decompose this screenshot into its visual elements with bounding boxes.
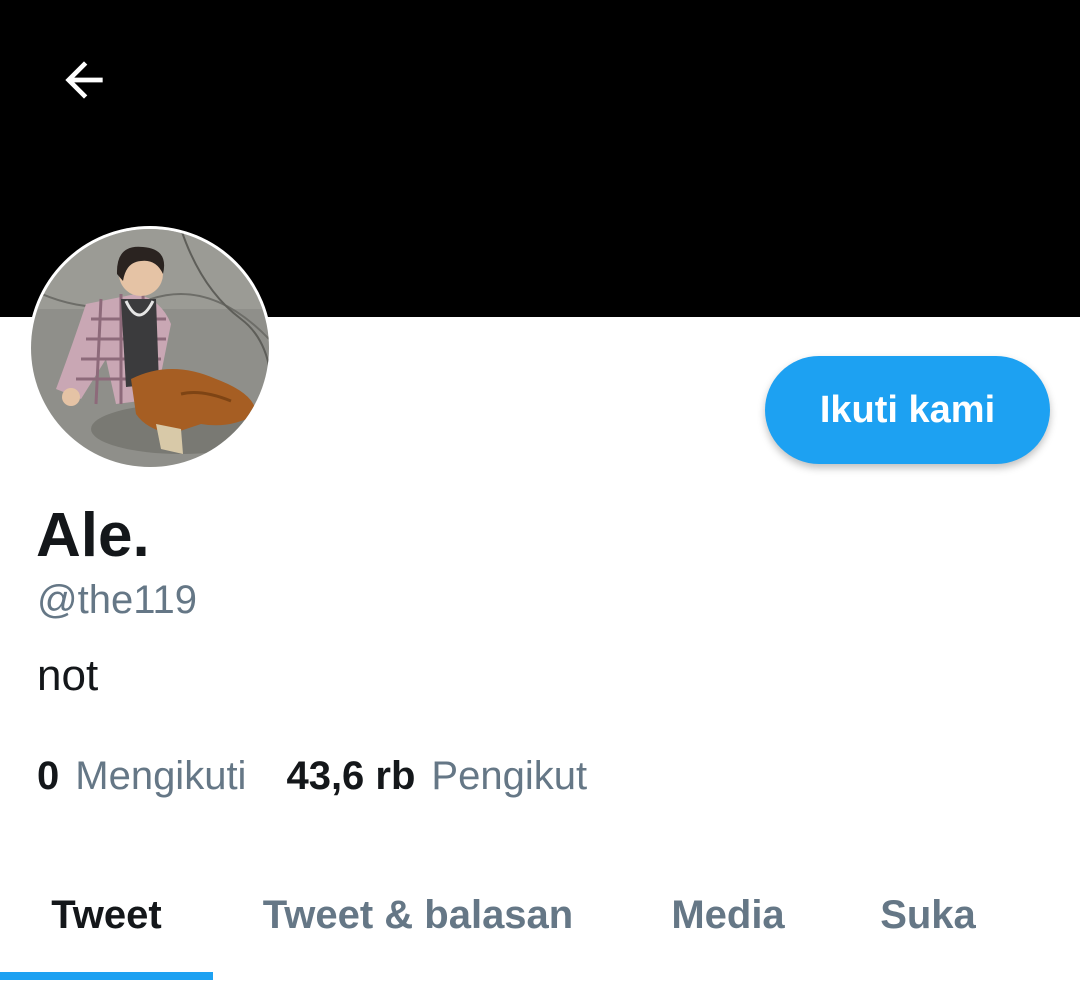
following-stat[interactable]: 0 Mengikuti [37, 752, 246, 800]
following-count: 0 [37, 754, 60, 798]
arrow-left-icon [65, 61, 103, 99]
user-handle: @the119 [37, 578, 197, 622]
active-tab-indicator [0, 972, 213, 980]
tab-tweet[interactable]: Tweet [0, 850, 213, 980]
profile-tabs: Tweet Tweet & balasan Media Suka [0, 850, 1080, 990]
display-name: Ale. [36, 501, 150, 570]
tab-media[interactable]: Media [623, 850, 833, 980]
profile-page: Ikuti kami Ale. @the119 not 0 Mengikuti … [0, 0, 1080, 990]
followers-label: Pengikut [431, 754, 588, 798]
avatar[interactable] [28, 226, 272, 470]
followers-count: 43,6 rb [286, 754, 416, 798]
profile-photo [31, 229, 269, 467]
follow-button[interactable]: Ikuti kami [765, 356, 1050, 464]
following-label: Mengikuti [75, 754, 247, 798]
tab-tweet-replies[interactable]: Tweet & balasan [213, 850, 623, 980]
tab-likes[interactable]: Suka [833, 850, 1023, 980]
bio-text: not [37, 651, 99, 700]
followers-stat[interactable]: 43,6 rb Pengikut [286, 752, 587, 800]
back-button[interactable] [48, 44, 120, 116]
profile-stats: 0 Mengikuti 43,6 rb Pengikut [37, 752, 587, 800]
